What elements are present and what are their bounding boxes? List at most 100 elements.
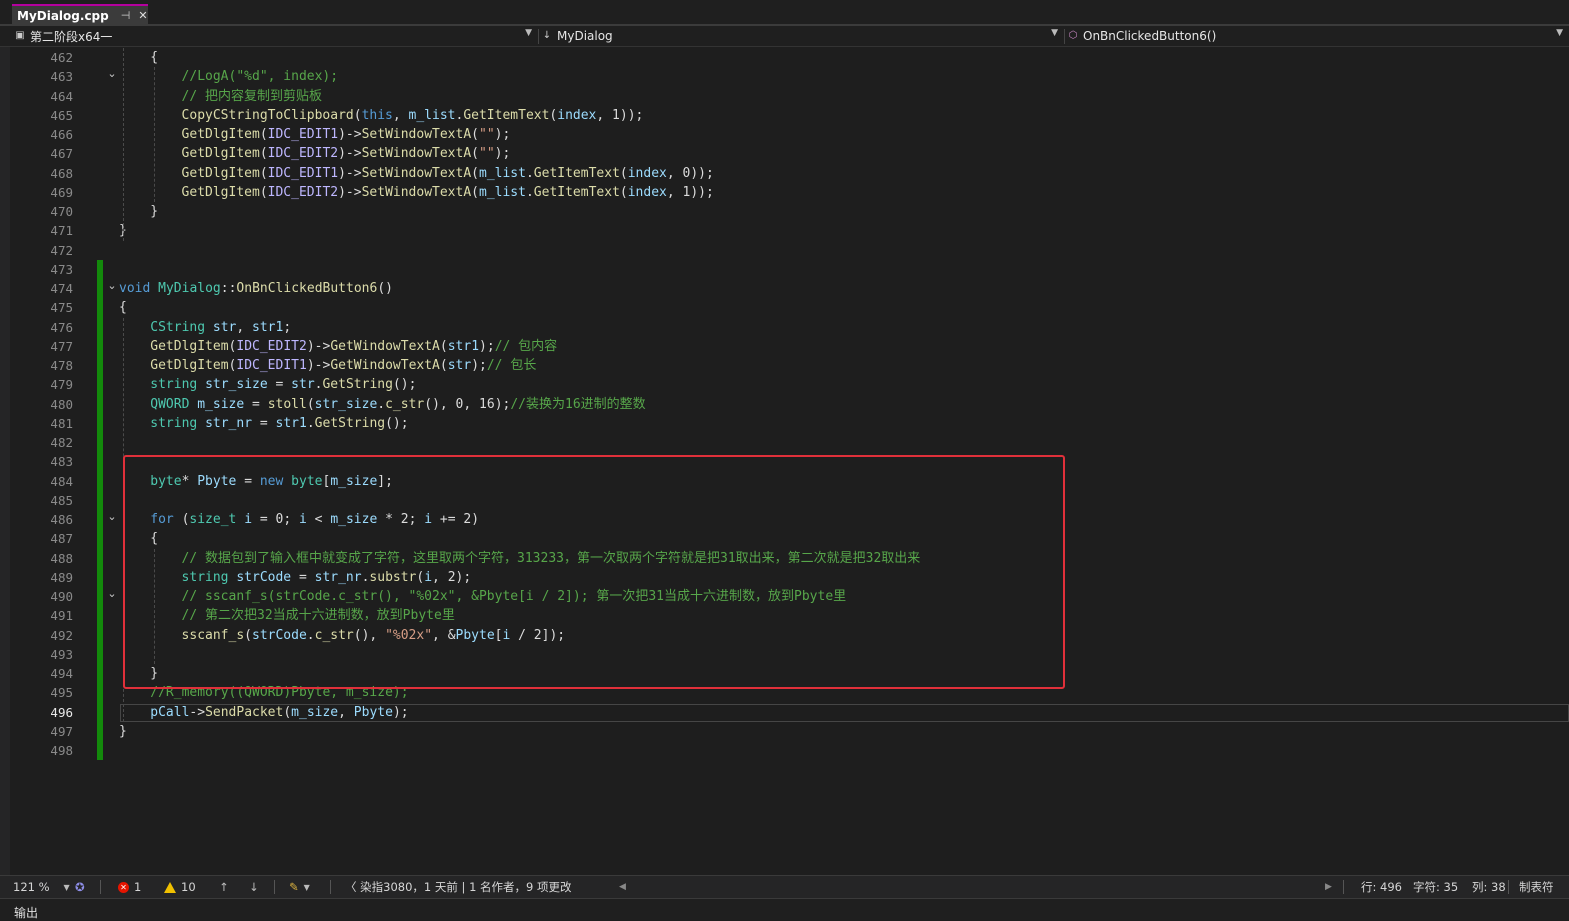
code-text: string str_nr = str1.GetString(); — [150, 415, 409, 431]
output-panel-header[interactable]: 输出 — [0, 898, 1569, 920]
line-number: 473 — [50, 261, 73, 277]
code-line[interactable]: 464 // 把内容复制到剪贴板 — [0, 87, 1569, 106]
code-text: GetDlgItem(IDC_EDIT2)->SetWindowTextA(""… — [181, 146, 511, 162]
code-line[interactable]: 477 GetDlgItem(IDC_EDIT2)->GetWindowTextA… — [0, 337, 1569, 356]
code-line[interactable]: 497} — [0, 722, 1569, 741]
line-number: 480 — [50, 396, 73, 412]
git-blame-info[interactable]: 〈 染指3080，1 天前 | 1 名作者，9 项更改 — [345, 876, 572, 898]
tab-mydialog-cpp[interactable]: MyDialog.cpp ⊣ ✕ — [12, 4, 148, 25]
member-dropdown[interactable]: ⬡ OnBnClickedButton6() ▼ — [1067, 27, 1567, 45]
line-number: 495 — [50, 685, 73, 701]
red-annotation-box — [123, 455, 1065, 689]
scroll-left-icon[interactable]: ◀ — [619, 876, 626, 898]
line-number: 483 — [50, 454, 73, 470]
code-line[interactable]: 469 GetDlgItem(IDC_EDIT2)->SetWindowTextA… — [0, 183, 1569, 202]
code-line[interactable]: 473 — [0, 260, 1569, 279]
code-line[interactable]: 481 string str_nr = str1.GetString(); — [0, 414, 1569, 433]
line-indicator[interactable]: 行: 496 — [1361, 876, 1402, 898]
code-line[interactable]: 475 { — [0, 298, 1569, 317]
line-number: 482 — [50, 435, 73, 450]
code-line[interactable]: 462 { — [0, 48, 1569, 67]
zoom-level: 121 % — [13, 880, 50, 894]
line-number: 491 — [50, 608, 73, 624]
code-text: GetDlgItem(IDC_EDIT1)->SetWindowTextA(m_… — [181, 165, 714, 181]
divider — [538, 29, 539, 44]
line-number: 467 — [50, 146, 73, 162]
previous-issue-button[interactable]: ↑ — [219, 876, 229, 898]
fold-chevron-icon[interactable]: ⌄ — [105, 276, 119, 295]
tab-strip: MyDialog.cpp ⊣ ✕ — [0, 0, 1569, 25]
code-line[interactable]: 466 GetDlgItem(IDC_EDIT1)->SetWindowTextA… — [0, 125, 1569, 144]
code-line[interactable]: 468 GetDlgItem(IDC_EDIT1)->SetWindowTextA… — [0, 164, 1569, 183]
class-dropdown[interactable]: ↓ MyDialog ▼ — [541, 27, 1062, 45]
code-line[interactable]: 463 //LogA("%d", index); — [0, 67, 1569, 86]
line-number: 463 — [50, 69, 73, 85]
code-line[interactable]: 482 — [0, 433, 1569, 452]
line-number: 479 — [50, 377, 73, 393]
line-number: 478 — [50, 358, 73, 373]
code-line[interactable]: 472 — [0, 241, 1569, 260]
col-indicator[interactable]: 列: 38 — [1472, 876, 1506, 898]
line-number: 466 — [50, 127, 73, 142]
code-text: } — [119, 723, 127, 739]
line-number: 490 — [50, 589, 73, 604]
code-line[interactable]: 465 CopyCStringToClipboard(this, m_list.G… — [0, 106, 1569, 125]
line-number: 493 — [50, 646, 73, 662]
project-icon: ▣ — [15, 30, 25, 41]
output-title: 输出 — [14, 906, 39, 920]
code-line[interactable]: 479 string str_size = str.GetString(); — [0, 375, 1569, 394]
copilot-icon[interactable]: ✪ — [75, 876, 85, 898]
line-number: 471 — [50, 223, 73, 239]
code-text: CopyCStringToClipboard(this, m_list.GetI… — [181, 107, 644, 123]
line-number: 476 — [50, 319, 73, 335]
code-line[interactable]: 476 CString str, str1; — [0, 318, 1569, 337]
warning-count: 10 — [181, 880, 196, 894]
project-dropdown[interactable]: ▣ 第二阶段x64一 ▼ — [14, 27, 536, 45]
tabs-indicator[interactable]: 制表符 — [1519, 876, 1554, 898]
next-issue-button[interactable]: ↓ — [249, 876, 259, 898]
line-number: 488 — [50, 550, 73, 566]
code-text: CString str, str1; — [150, 319, 292, 335]
line-number: 475 — [50, 300, 73, 316]
code-text: GetDlgItem(IDC_EDIT1)->SetWindowTextA(""… — [181, 127, 511, 142]
errors-indicator[interactable]: ✕ 1 — [118, 876, 141, 898]
divider — [274, 880, 275, 894]
code-line[interactable]: 467 GetDlgItem(IDC_EDIT2)->SetWindowTextA… — [0, 144, 1569, 163]
code-line[interactable]: 474 void MyDialog::OnBnClickedButton6() — [0, 279, 1569, 298]
divider — [330, 880, 331, 894]
chevron-down-icon: ▼ — [525, 28, 532, 38]
zoom-dropdown[interactable]: 121 % ▼ — [13, 876, 70, 898]
line-number: 496 — [50, 704, 73, 720]
code-line[interactable]: 470} — [0, 202, 1569, 221]
scroll-right-icon[interactable]: ▶ — [1325, 876, 1332, 898]
code-line[interactable]: 498 — [0, 741, 1569, 760]
code-text: { — [150, 50, 159, 65]
line-number: 485 — [50, 492, 73, 508]
line-number: 462 — [50, 50, 73, 65]
pin-icon[interactable]: ⊣ — [121, 9, 131, 22]
warnings-indicator[interactable]: 10 — [164, 876, 196, 898]
code-line[interactable]: 478 GetDlgItem(IDC_EDIT1)->GetWindowTextA… — [0, 356, 1569, 375]
project-label: 第二阶段x64一 — [30, 29, 113, 44]
chevron-down-icon: ▼ — [1556, 28, 1563, 38]
line-number: 498 — [50, 743, 73, 758]
line-number: 472 — [50, 242, 73, 258]
class-label: MyDialog — [557, 29, 613, 43]
error-icon: ✕ — [118, 881, 129, 893]
code-cleanup-button[interactable]: ✎ ▼ — [289, 876, 310, 898]
method-cube-icon: ⬡ — [1068, 30, 1078, 41]
member-label: OnBnClickedButton6() — [1083, 29, 1217, 43]
close-icon[interactable]: ✕ — [138, 9, 147, 22]
fold-chevron-icon[interactable]: ⌄ — [105, 507, 119, 526]
line-number: 474 — [50, 281, 73, 296]
brush-icon: ✎ — [289, 880, 299, 894]
change-indicator-bar — [97, 259, 103, 761]
fold-chevron-icon[interactable]: ⌄ — [105, 584, 119, 603]
char-number: 字符: 35 — [1413, 880, 1459, 894]
line-number: 487 — [50, 531, 73, 547]
code-line[interactable]: 471} — [0, 221, 1569, 240]
char-indicator[interactable]: 字符: 35 — [1413, 876, 1458, 898]
code-line[interactable]: 480 QWORD m_size = stoll(str_size.c_str()… — [0, 395, 1569, 414]
error-count: 1 — [134, 880, 142, 894]
fold-chevron-icon[interactable]: ⌄ — [105, 64, 119, 83]
